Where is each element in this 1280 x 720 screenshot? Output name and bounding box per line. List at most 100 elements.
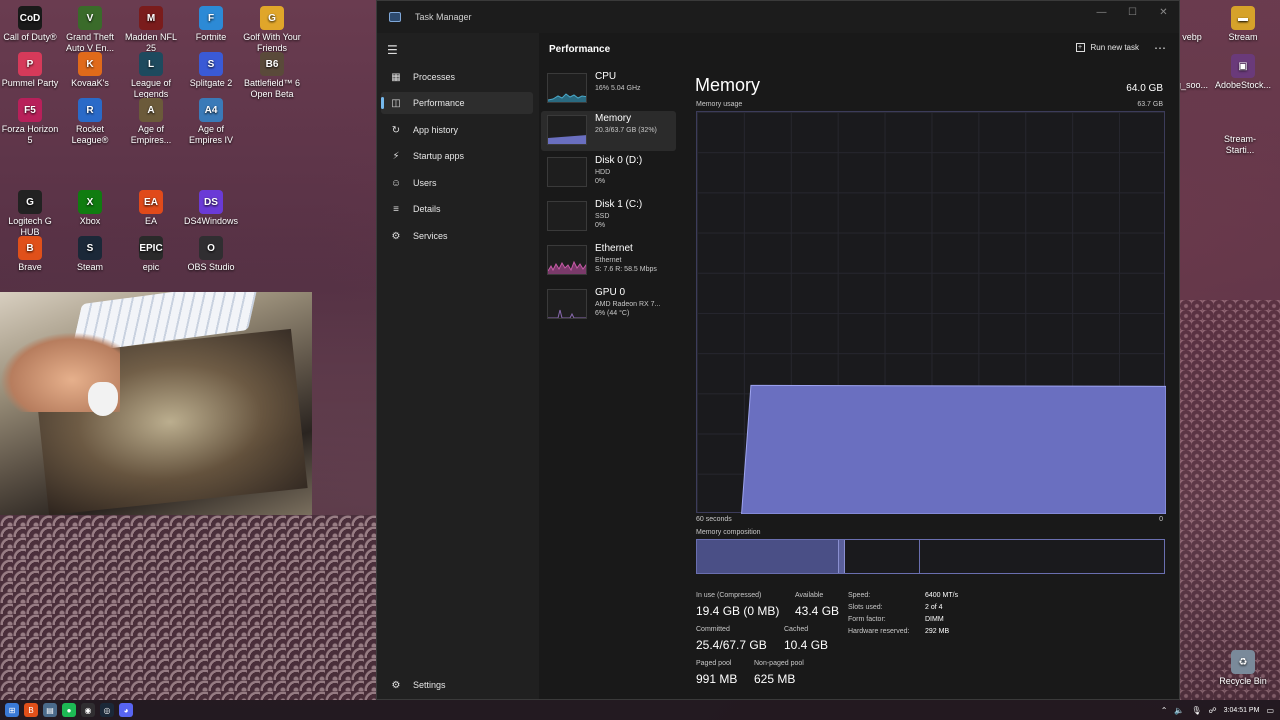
desktop-icon[interactable]: DS DS4Windows [181,190,241,227]
gpu-thumbnail-graph [547,289,587,319]
app-icon: B6 [260,52,284,76]
desktop-icon-label: OBS Studio [187,262,235,272]
sidebar-item-label: Startup apps [413,151,465,161]
non-paged-pool-value: 625 MB [754,672,796,686]
desktop-icon[interactable]: B6 Battlefield™ 6 Open Beta [242,52,302,100]
available-value: 43.4 GB [795,604,840,618]
desktop-icon[interactable]: L League of Legends [121,52,181,100]
app-icon: DS [199,190,223,214]
wallpaper-crowd-right [1180,300,1280,700]
desktop-icon-label: Fortnite [195,32,227,42]
webcam-overlay [0,292,312,515]
device-ethernet[interactable]: Ethernet Ethernet S: 7.6 R: 58.5 Mbps [541,241,676,281]
start-windows-icon[interactable]: ⊞ [5,703,19,717]
sidebar-item-app-history[interactable]: ↻ App history [381,119,533,141]
desktop-icon[interactable]: A4 Age of Empires IV [181,98,241,146]
spotify-taskbar-icon[interactable]: ● [62,703,76,717]
desktop-icon[interactable]: P Pummel Party [0,52,60,89]
desktop-icon-label: Xbox [79,216,101,226]
desktop-icon[interactable]: CoD Call of Duty® [0,6,60,43]
desktop-icon-label: Golf With Your Friends [243,32,301,53]
memory-usage-area [741,384,1166,514]
performance-panel: Performance + Run new task ⋯ CPU 16% 5.0… [539,33,1179,699]
desktop-icon-stream[interactable]: ▬ Stream [1213,6,1273,43]
microphone-icon[interactable]: 🎙 [1191,706,1201,715]
discord-taskbar-icon[interactable]: ◕ [119,703,133,717]
desktop-icon[interactable]: M Madden NFL 25 [121,6,181,54]
app-icon: X [78,190,102,214]
cpu-thumbnail-graph [547,73,587,103]
desktop-icon[interactable]: K KovaaK's [60,52,120,89]
sidebar-item-performance[interactable]: ◫ Performance [381,92,533,114]
volume-icon[interactable]: 🔈 [1174,706,1184,715]
ethernet-thumbnail-graph [547,245,587,275]
composition-standby [845,540,920,573]
close-button[interactable]: ✕ [1148,1,1179,23]
clock[interactable]: 3:04:51 PM [1224,707,1260,714]
desktop-icon[interactable]: F5 Forza Horizon 5 [0,98,60,146]
desktop-icon[interactable]: G Logitech G HUB [0,190,60,238]
run-new-task-button[interactable]: + Run new task [1075,43,1139,52]
desktop-icon-label: Rocket League® [71,124,109,145]
sidebar-item-processes[interactable]: ▦ Processes [381,66,533,88]
task-manager-taskbar-icon[interactable]: ▤ [43,703,57,717]
desktop-icon-adobestock[interactable]: ▣ AdobeStock... [1213,54,1273,91]
more-options-icon[interactable]: ⋯ [1154,41,1167,55]
device-detail: 6% (44 °C) [595,310,630,317]
notification-icon[interactable]: ▭ [1266,706,1274,715]
sidebar-item-label: App history [413,125,459,135]
device-disk-1[interactable]: Disk 1 (C:) SSD 0% [541,197,676,237]
desktop-icon-label: EA [144,216,157,226]
minimize-button[interactable]: — [1086,1,1117,23]
maximize-button[interactable]: ☐ [1117,1,1148,23]
desktop-icon[interactable]: X Xbox [60,190,120,227]
desktop-icon[interactable]: F Fortnite [181,6,241,43]
device-detail: 20.3/63.7 GB (32%) [595,127,657,134]
graph-time-label: 60 seconds [696,516,732,523]
in-use-label: In use (Compressed) [696,592,762,599]
brave-taskbar-icon[interactable]: B [24,703,38,717]
device-gpu-0[interactable]: GPU 0 AMD Radeon RX 7... 6% (44 °C) [541,285,676,325]
device-name: Ethernet [595,243,633,254]
hamburger-menu-icon[interactable]: ☰ [387,43,398,57]
steam-taskbar-icon[interactable]: ◎ [100,703,114,717]
tray-overflow-icon[interactable]: ⌃ [1161,706,1168,715]
desktop-icon[interactable]: EPIC epic [121,236,181,273]
app-icon: S [199,52,223,76]
mouse [88,382,118,416]
sidebar-item-startup-apps[interactable]: ⚡ Startup apps [381,145,533,167]
desktop-icon[interactable]: S Splitgate 2 [181,52,241,89]
device-disk-0[interactable]: Disk 0 (D:) HDD 0% [541,153,676,193]
app-icon: R [78,98,102,122]
cached-value: 10.4 GB [784,638,829,652]
device-detail: HDD [595,169,611,176]
desktop-icon[interactable]: B Brave [0,236,60,273]
sidebar-item-services[interactable]: ⚙ Services [381,225,533,247]
desktop-icon-stream-starting[interactable]: Stream-Starti... [1210,108,1270,156]
users-icon: ☺ [390,177,402,189]
speed-label: Speed: [848,592,871,599]
desktop-icon[interactable]: G Golf With Your Friends [242,6,302,54]
title-bar[interactable]: Task Manager — ☐ ✕ [377,1,1179,33]
sidebar-item-settings[interactable]: ⚙ Settings [381,674,533,696]
slots-value: 2 of 4 [925,604,943,611]
app-icon: G [18,190,42,214]
desktop-icon[interactable]: A Age of Empires... [121,98,181,146]
desktop-icon[interactable]: S Steam [60,236,120,273]
sidebar-item-details[interactable]: ≡ Details [381,198,533,220]
obs-taskbar-icon[interactable]: ◉ [81,703,95,717]
device-memory[interactable]: Memory 20.3/63.7 GB (32%) [541,111,676,151]
device-cpu[interactable]: CPU 16% 5.04 GHz [541,69,676,109]
desktop-icon[interactable]: O OBS Studio [181,236,241,273]
desktop-icon-label: Madden NFL 25 [124,32,178,53]
startup-apps-icon: ⚡ [392,150,400,162]
desktop-icon[interactable]: EA EA [121,190,181,227]
memory-total: 64.0 GB [1126,83,1163,94]
network-icon[interactable]: ☍ [1209,706,1217,715]
device-detail: 0% [595,222,606,229]
sidebar-item-users[interactable]: ☺ Users [381,172,533,194]
desktop-icon[interactable]: V Grand Theft Auto V En... [60,6,120,54]
device-name: Memory [595,113,632,124]
desktop-icon-recycle-bin[interactable]: ♻ Recycle Bin [1213,650,1273,687]
desktop-icon[interactable]: R Rocket League® [60,98,120,146]
